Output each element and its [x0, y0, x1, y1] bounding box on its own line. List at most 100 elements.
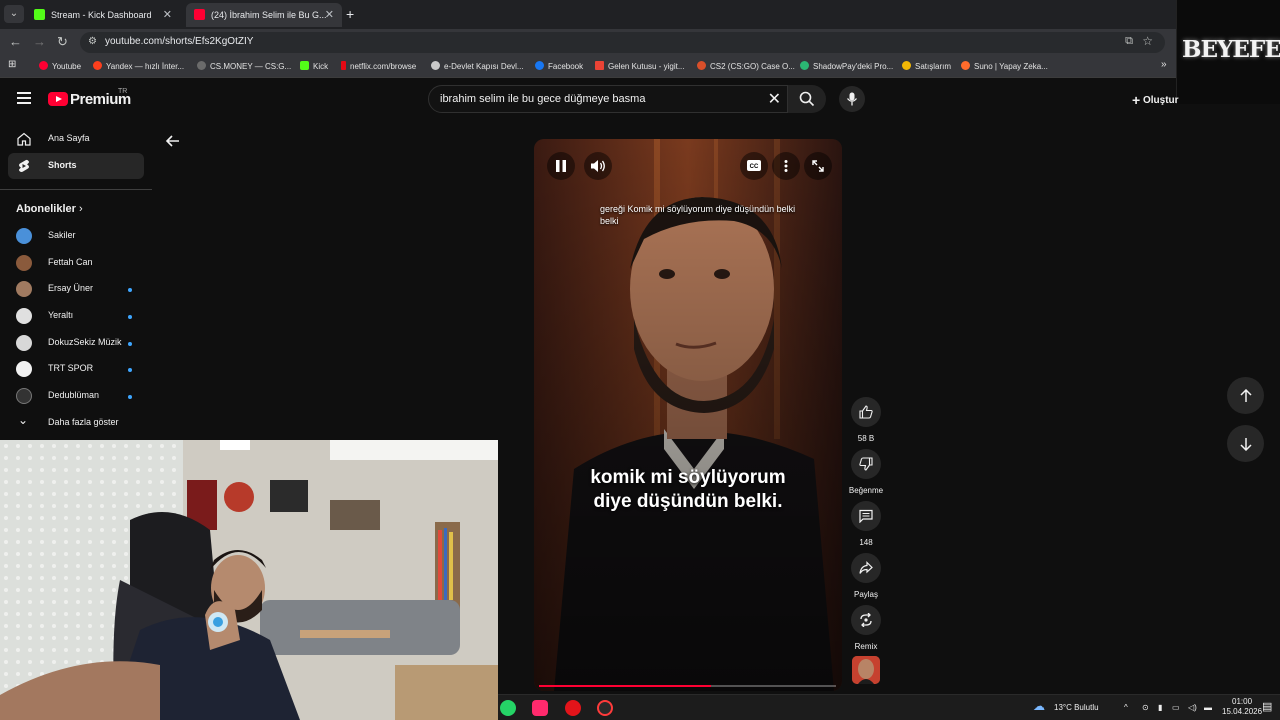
chevron-down-icon: ⌄ — [18, 413, 29, 427]
subscription-fettah-can[interactable]: Fettah Can — [16, 252, 140, 272]
search-input[interactable]: ibrahim selim ile bu gece düğmeye basma … — [428, 85, 788, 113]
tiktok-icon[interactable] — [532, 700, 548, 716]
new-content-dot — [128, 315, 132, 319]
volume-button[interactable] — [584, 152, 612, 180]
whatsapp-icon[interactable] — [500, 700, 516, 716]
bookmark-item[interactable]: Facebook — [535, 61, 583, 71]
shorts-icon — [19, 159, 29, 172]
search-button[interactable] — [788, 85, 826, 113]
bookmark-item[interactable]: Satışlarım — [902, 61, 951, 71]
fullscreen-button[interactable] — [804, 152, 832, 180]
bookmark-item[interactable]: Yandex — hızlı İnter... — [93, 61, 184, 71]
site-info-icon[interactable]: ⚙ — [88, 36, 97, 47]
progress-bar[interactable] — [539, 685, 836, 687]
sidebar-divider — [0, 189, 152, 190]
bookmark-item[interactable]: Youtube — [39, 61, 81, 71]
avatar — [16, 308, 32, 324]
tab-kick-dashboard[interactable]: Stream - Kick Dashboard ✕ — [26, 3, 180, 27]
subscription-dokuzsekiz-muzik[interactable]: DokuzSekiz Müzik — [16, 332, 140, 352]
monitor-icon[interactable]: ▭ — [1172, 703, 1180, 712]
network-icon[interactable]: ⊙ — [1142, 703, 1149, 712]
dislike-button[interactable]: Beğenme — [849, 449, 883, 495]
kick-bookmark-icon — [300, 61, 309, 70]
bookmark-item[interactable]: ShadowPay'deki Pro... — [800, 61, 893, 71]
comments-button[interactable]: 148 — [850, 501, 882, 547]
back-icon[interactable]: ← — [9, 34, 22, 49]
tab-title: (24) İbrahim Selim ile Bu G... — [211, 10, 327, 20]
bookmark-item[interactable]: Suno | Yapay Zeka... — [961, 61, 1048, 71]
url-text: youtube.com/shorts/Efs2KgOtZIY — [105, 36, 254, 47]
bookmark-item[interactable]: CS.MONEY — CS:G... — [197, 61, 291, 71]
more-options-button[interactable] — [772, 152, 800, 180]
cloudy-weather-icon: ☁ — [1033, 699, 1045, 713]
microphone-icon — [846, 92, 858, 106]
tab-youtube-short[interactable]: (24) İbrahim Selim ile Bu G... ✕ — [186, 3, 342, 27]
youtube-logo-icon[interactable] — [48, 92, 68, 106]
show-hidden-icons-icon[interactable]: ^ — [1124, 703, 1128, 712]
new-tab-icon[interactable]: + — [346, 6, 354, 22]
subscription-trt-spor[interactable]: TRT SPOR — [16, 358, 140, 378]
subscription-sakiler[interactable]: Sakiler — [16, 225, 140, 245]
close-tab-icon[interactable]: ✕ — [163, 3, 172, 27]
speaker-icon[interactable]: ◁) — [1188, 703, 1197, 712]
more-vertical-icon — [784, 160, 788, 172]
subscription-dedubluman[interactable]: Dedublüman — [16, 385, 140, 405]
bookmarks-bar: ⊞ Youtube Yandex — hızlı İnter... CS.MON… — [0, 56, 1176, 78]
apps-grid-icon[interactable]: ⊞ — [8, 59, 16, 70]
clock[interactable]: 01:00 15.04.2026 — [1222, 697, 1262, 717]
sidebar-item-label: Shorts — [48, 160, 77, 170]
battery-icon[interactable]: ▬ — [1204, 703, 1212, 712]
netflix-bookmark-icon — [341, 61, 346, 70]
create-button[interactable]: + Oluştur — [1132, 92, 1179, 108]
new-content-dot — [128, 368, 132, 372]
bookmark-star-icon[interactable]: ☆ — [1142, 34, 1153, 48]
subscription-ersay-uner[interactable]: Ersay Üner — [16, 278, 140, 298]
notifications-icon[interactable]: ▤ — [1262, 700, 1272, 713]
forward-icon[interactable]: → — [33, 34, 46, 49]
pause-button[interactable] — [547, 152, 575, 180]
opera-icon[interactable] — [565, 700, 581, 716]
home-icon — [17, 132, 31, 146]
edevlet-bookmark-icon — [431, 61, 440, 70]
back-arrow-icon[interactable] — [165, 133, 181, 149]
sidebar-item-home[interactable]: Ana Sayfa — [8, 126, 144, 152]
subscription-yeralti[interactable]: Yeraltı — [16, 305, 140, 325]
satislarim-bookmark-icon — [902, 61, 911, 70]
remix-button[interactable]: Remix — [850, 605, 882, 651]
sidebar-item-shorts[interactable]: Shorts — [8, 153, 144, 179]
like-button[interactable]: 58 B — [850, 397, 882, 443]
more-bookmarks-icon[interactable]: » — [1161, 59, 1167, 70]
arrow-up-icon — [1240, 389, 1252, 402]
sidebar-item-label: Ana Sayfa — [48, 133, 90, 143]
hamburger-menu-icon[interactable] — [17, 92, 31, 104]
install-app-icon[interactable]: ⧉ — [1125, 35, 1133, 48]
remix-icon — [860, 613, 872, 627]
share-button[interactable]: Paylaş — [850, 553, 882, 599]
bookmark-item[interactable]: CS2 (CS:GO) Case O... — [697, 61, 795, 71]
tab-search-button[interactable]: ⌄ — [4, 5, 24, 23]
bookmark-item[interactable]: e-Devlet Kapısı Devl... — [431, 61, 524, 71]
obs-icon[interactable] — [597, 700, 613, 716]
clear-search-icon[interactable]: ✕ — [768, 89, 781, 109]
streamer-logo-text: BEYEFENDİ — [1182, 36, 1280, 63]
next-short-button[interactable] — [1227, 425, 1264, 462]
captions-button[interactable]: CC — [740, 152, 768, 180]
weather-text[interactable]: 13°C Bulutlu — [1054, 703, 1099, 712]
youtube-favicon-icon — [194, 9, 205, 20]
bookmark-item[interactable]: Kick — [300, 61, 328, 71]
burned-in-subtitle-top: gereği Komik mi söylüyorum diye düşündün… — [600, 204, 796, 226]
channel-avatar[interactable] — [852, 656, 880, 684]
bookmark-item[interactable]: Gelen Kutusu - yigit... — [595, 61, 684, 71]
show-more-button[interactable]: ⌄ Daha fazla göster — [16, 412, 140, 432]
bookmark-item[interactable]: netflix.com/browse — [341, 61, 416, 71]
subscriptions-header[interactable]: Abonelikler › — [16, 203, 83, 215]
reload-icon[interactable]: ↻ — [57, 34, 68, 50]
plus-icon: + — [1132, 92, 1141, 108]
microphone-tray-icon[interactable]: ▮ — [1158, 703, 1162, 712]
previous-short-button[interactable] — [1227, 377, 1264, 414]
shorts-video-player[interactable]: CC gereği Komik mi söylüyorum diye düşün… — [534, 139, 842, 691]
address-bar[interactable]: ⚙ youtube.com/shorts/Efs2KgOtZIY ⧉ ☆ — [80, 32, 1165, 53]
voice-search-button[interactable] — [839, 86, 865, 112]
close-tab-icon[interactable]: ✕ — [325, 3, 334, 27]
csmoney-bookmark-icon — [197, 61, 206, 70]
